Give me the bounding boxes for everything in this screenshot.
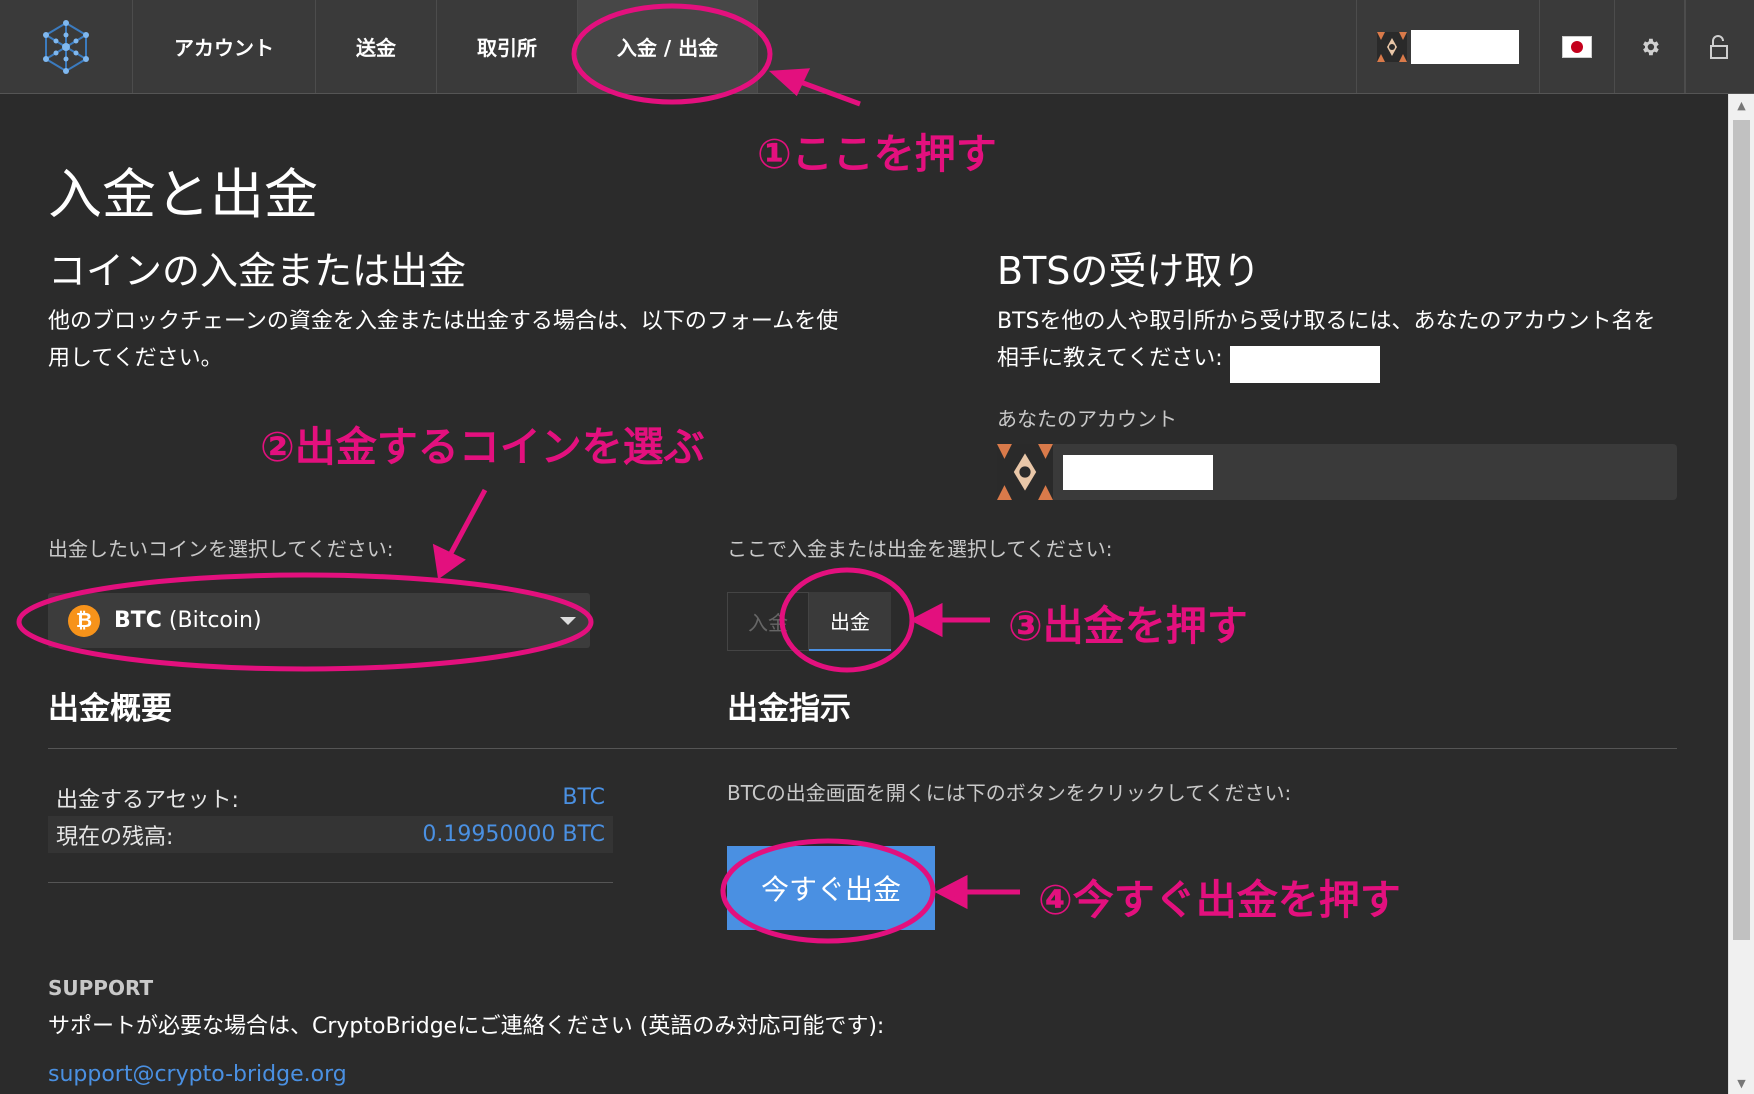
account-name-redacted bbox=[1411, 29, 1519, 64]
left-description-line1: 他のブロックチェーンの資金を入金または出金する場合は、以下のフォームを使 bbox=[48, 309, 839, 334]
arrow-head-3-icon bbox=[909, 602, 943, 638]
asset-value[interactable]: BTC bbox=[562, 785, 605, 810]
asset-label: 出金するアセット: bbox=[56, 787, 239, 813]
summary-table: 出金するアセット: BTC 現在の残高: 0.19950000 BTC bbox=[48, 779, 613, 853]
withdraw-tab[interactable]: 出金 bbox=[809, 592, 891, 651]
support-email-link[interactable]: support@crypto-bridge.org bbox=[48, 1056, 347, 1093]
annotation-arrow-2 bbox=[447, 488, 488, 557]
coin-name: (Bitcoin) bbox=[168, 608, 262, 633]
unlock-icon bbox=[1710, 34, 1728, 59]
support-text: サポートが必要な場合は、CryptoBridgeにご連絡ください (英語のみ対応… bbox=[48, 1014, 885, 1039]
annotation-step4: ④今すぐ出金を押す bbox=[1038, 876, 1401, 924]
lock-button[interactable] bbox=[1685, 0, 1754, 93]
left-description-line2: 用してください。 bbox=[48, 346, 223, 371]
language-button[interactable] bbox=[1540, 0, 1615, 93]
arrow-head-4-icon bbox=[934, 874, 968, 910]
chevron-down-icon bbox=[560, 617, 576, 625]
coin-select-dropdown[interactable]: ₿ BTC (Bitcoin) bbox=[48, 593, 590, 648]
nav-transfer[interactable]: 送金 bbox=[316, 0, 437, 93]
nav-exchange[interactable]: 取引所 bbox=[437, 0, 578, 93]
right-description-line2: 相手に教えてください: bbox=[997, 346, 1223, 371]
account-menu[interactable] bbox=[1356, 0, 1540, 93]
logo[interactable] bbox=[0, 0, 133, 93]
page-title: 入金と出金 bbox=[48, 163, 318, 226]
summary-divider bbox=[48, 882, 613, 883]
scroll-thumb[interactable] bbox=[1733, 120, 1750, 940]
withdraw-now-button[interactable]: 今すぐ出金 bbox=[727, 846, 935, 930]
left-heading: コインの入金または出金 bbox=[48, 249, 467, 293]
mode-select-label: ここで入金または出金を選択してください: bbox=[727, 537, 1113, 561]
coin-select-label: 出金したいコインを選択してください: bbox=[48, 537, 394, 561]
balance-value[interactable]: 0.19950000 BTC bbox=[422, 822, 605, 847]
annotation-step1: ①ここを押す bbox=[757, 130, 997, 178]
right-heading: BTSの受け取り bbox=[997, 249, 1261, 293]
deposit-tab[interactable]: 入金 bbox=[727, 592, 809, 651]
right-description-line1: BTSを他の人や取引所から受け取るには、あなたのアカウント名を bbox=[997, 309, 1656, 334]
gear-icon bbox=[1642, 38, 1659, 55]
top-nav: アカウント 送金 取引所 入金 / 出金 bbox=[0, 0, 1754, 94]
coin-ticker: BTC bbox=[114, 608, 162, 633]
scroll-up-arrow-icon[interactable]: ▲ bbox=[1729, 94, 1754, 116]
summary-row-balance: 現在の残高: 0.19950000 BTC bbox=[48, 816, 613, 853]
account-avatar-large-icon bbox=[997, 444, 1053, 500]
divider bbox=[48, 748, 1677, 749]
japan-flag-icon bbox=[1562, 35, 1592, 58]
annotation-step2: ②出金するコインを選ぶ bbox=[260, 423, 705, 471]
your-account-label: あなたのアカウント bbox=[997, 407, 1177, 431]
withdraw-summary-heading: 出金概要 bbox=[48, 691, 172, 727]
balance-label: 現在の残高: bbox=[56, 824, 174, 850]
nav-deposit-withdraw[interactable]: 入金 / 出金 bbox=[578, 0, 758, 93]
summary-row-asset: 出金するアセット: BTC bbox=[48, 779, 613, 816]
account-name-redacted-large bbox=[1063, 455, 1213, 490]
cryptobridge-logo-icon bbox=[43, 19, 89, 74]
support-heading: SUPPORT bbox=[48, 976, 154, 1000]
instructions-text: BTCの出金画面を開くには下のボタンをクリックしてください: bbox=[727, 781, 1292, 805]
annotation-step3: ③出金を押す bbox=[1008, 602, 1248, 650]
vertical-scrollbar[interactable]: ▲ ▼ bbox=[1728, 94, 1754, 1094]
nav-account[interactable]: アカウント bbox=[133, 0, 316, 93]
arrow-head-2-icon bbox=[432, 543, 466, 580]
account-avatar-icon bbox=[1377, 31, 1407, 62]
scroll-down-arrow-icon[interactable]: ▼ bbox=[1729, 1072, 1754, 1094]
withdraw-instructions-heading: 出金指示 bbox=[727, 691, 851, 727]
bitcoin-icon: ₿ bbox=[68, 604, 100, 637]
settings-button[interactable] bbox=[1615, 0, 1685, 93]
account-name-redacted-inline bbox=[1230, 346, 1380, 383]
